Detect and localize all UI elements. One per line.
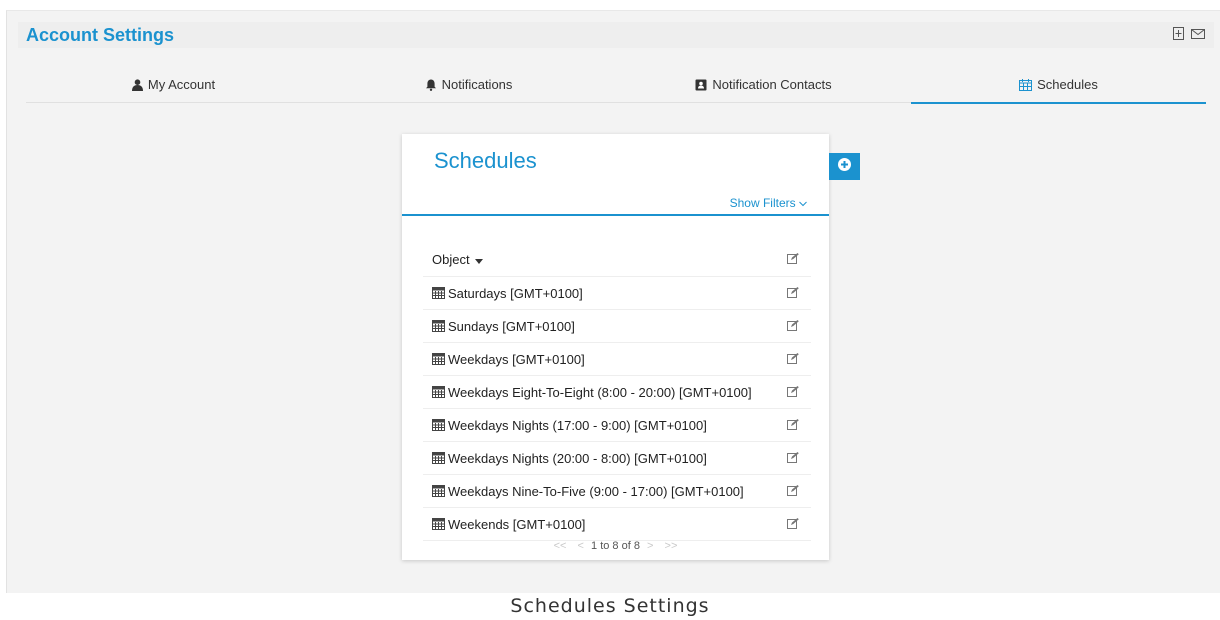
schedules-card: Schedules Show Filters Object Saturdays … <box>402 134 829 560</box>
edit-icon[interactable] <box>775 484 811 499</box>
schedule-link[interactable]: Weekdays Eight-To-Eight (8:00 - 20:00) [… <box>423 385 775 400</box>
table-header: Object <box>423 242 811 277</box>
tab-schedules[interactable]: Schedules <box>911 72 1206 104</box>
edit-icon[interactable] <box>775 286 811 301</box>
user-icon <box>131 74 143 100</box>
schedule-link[interactable]: Sundays [GMT+0100] <box>423 319 775 334</box>
schedule-link[interactable]: Weekends [GMT+0100] <box>423 517 775 532</box>
bell-icon <box>425 74 437 100</box>
schedule-name: Weekdays [GMT+0100] <box>448 351 585 367</box>
tab-label: My Account <box>147 77 216 92</box>
page-range: 1 to 8 of 8 <box>591 540 640 552</box>
edit-icon[interactable] <box>775 385 811 400</box>
card-divider <box>402 214 829 216</box>
contact-card-icon <box>695 74 707 100</box>
last-page-button[interactable]: >> <box>665 540 678 552</box>
next-page-button[interactable]: > <box>647 540 653 552</box>
schedule-name: Weekdays Nights (20:00 - 8:00) [GMT+0100… <box>448 450 707 466</box>
edit-icon[interactable] <box>775 319 811 334</box>
column-header-label: Object <box>432 251 470 267</box>
table-row: Weekdays [GMT+0100] <box>423 343 811 376</box>
edit-icon[interactable] <box>775 451 811 466</box>
schedule-calendar-icon <box>432 386 445 398</box>
column-header-object[interactable]: Object <box>423 252 775 267</box>
tab-my-account[interactable]: My Account <box>26 72 321 102</box>
table-row: Weekdays Nights (20:00 - 8:00) [GMT+0100… <box>423 442 811 475</box>
schedule-name: Weekdays Nights (17:00 - 9:00) [GMT+0100… <box>448 417 707 433</box>
card-title: Schedules <box>434 148 537 173</box>
schedule-calendar-icon <box>432 287 445 299</box>
schedule-name: Weekdays Nine-To-Five (9:00 - 17:00) [GM… <box>448 483 744 499</box>
schedule-calendar-icon <box>432 320 445 332</box>
mail-icon[interactable] <box>1191 27 1205 40</box>
first-page-button[interactable]: << <box>554 540 567 552</box>
schedule-name: Weekends [GMT+0100] <box>448 516 586 532</box>
schedule-calendar-icon <box>432 419 445 431</box>
schedule-name: Sundays [GMT+0100] <box>448 318 575 334</box>
schedule-calendar-icon <box>432 518 445 530</box>
edit-icon[interactable] <box>775 418 811 433</box>
page-title: Account Settings <box>26 25 175 45</box>
prev-page-button[interactable]: < <box>578 540 584 552</box>
schedules-table: Object Saturdays [GMT+0100] Sundays [GMT… <box>423 242 811 541</box>
table-row: Weekends [GMT+0100] <box>423 508 811 541</box>
show-filters-label: Show Filters <box>729 196 796 210</box>
table-row: Weekdays Nights (17:00 - 9:00) [GMT+0100… <box>423 409 811 442</box>
figure-caption: Schedules Settings <box>510 595 710 617</box>
schedule-name: Weekdays Eight-To-Eight (8:00 - 20:00) [… <box>448 384 752 400</box>
schedule-calendar-icon <box>432 452 445 464</box>
schedule-name: Saturdays [GMT+0100] <box>448 285 583 301</box>
table-row: Weekdays Nine-To-Five (9:00 - 17:00) [GM… <box>423 475 811 508</box>
pagination: << < 1 to 8 of 8 > >> <box>402 540 829 552</box>
tab-label: Notification Contacts <box>712 77 832 92</box>
plus-circle-icon <box>838 157 851 176</box>
add-schedule-button[interactable] <box>829 153 860 180</box>
schedule-calendar-icon <box>432 353 445 365</box>
schedule-calendar-icon <box>432 485 445 497</box>
table-row: Saturdays [GMT+0100] <box>423 277 811 310</box>
settings-tabs: My Account Notifications Notification Co… <box>26 72 1206 104</box>
schedule-link[interactable]: Weekdays [GMT+0100] <box>423 352 775 367</box>
tab-label: Notifications <box>441 77 513 92</box>
sort-caret-icon <box>474 252 483 267</box>
export-icon[interactable] <box>1172 27 1185 40</box>
chevron-down-icon <box>799 196 807 210</box>
tab-notification-contacts[interactable]: Notification Contacts <box>616 72 911 102</box>
edit-icon[interactable] <box>775 352 811 367</box>
calendar-icon <box>1019 74 1033 100</box>
edit-icon[interactable] <box>775 517 811 532</box>
tab-label: Schedules <box>1037 77 1098 92</box>
edit-icon[interactable] <box>775 252 811 267</box>
schedule-link[interactable]: Weekdays Nine-To-Five (9:00 - 17:00) [GM… <box>423 484 775 499</box>
table-row: Weekdays Eight-To-Eight (8:00 - 20:00) [… <box>423 376 811 409</box>
title-bar: Account Settings <box>18 22 1214 48</box>
show-filters-link[interactable]: Show Filters <box>730 196 807 210</box>
tab-notifications[interactable]: Notifications <box>321 72 616 102</box>
schedule-link[interactable]: Weekdays Nights (17:00 - 9:00) [GMT+0100… <box>423 418 775 433</box>
schedule-link[interactable]: Weekdays Nights (20:00 - 8:00) [GMT+0100… <box>423 451 775 466</box>
schedule-link[interactable]: Saturdays [GMT+0100] <box>423 286 775 301</box>
table-row: Sundays [GMT+0100] <box>423 310 811 343</box>
